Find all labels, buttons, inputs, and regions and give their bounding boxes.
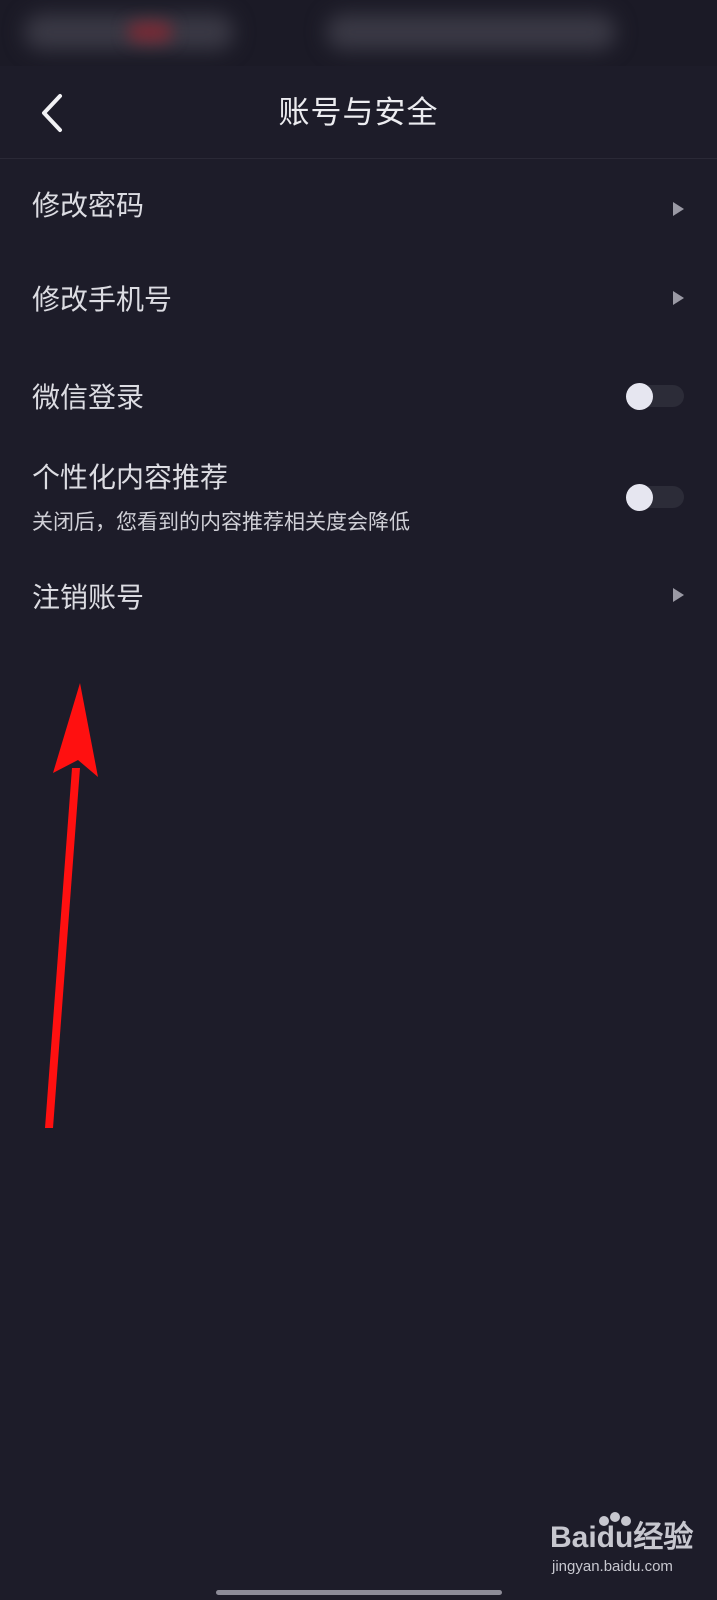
triangle-right-icon xyxy=(673,202,684,216)
change-phone-label: 修改手机号 xyxy=(32,283,173,316)
wechat-login-label: 微信登录 xyxy=(32,381,145,414)
wechat-login-row: 微信登录 xyxy=(0,364,717,434)
page-header: 账号与安全 xyxy=(0,66,717,159)
triangle-right-icon xyxy=(673,588,684,602)
page-title: 账号与安全 xyxy=(278,95,439,131)
status-bar-blurred-indicator xyxy=(128,22,172,42)
watermark-url: jingyan.baidu.com xyxy=(552,1558,673,1575)
delete-account-label: 注销账号 xyxy=(32,581,145,614)
personalized-recommendation-toggle[interactable] xyxy=(626,484,684,511)
change-password-row[interactable]: 修改密码 xyxy=(0,172,717,242)
toggle-knob xyxy=(626,383,653,410)
personalized-recommendation-row: 个性化内容推荐 关闭后，您看到的内容推荐相关度会降低 xyxy=(0,454,717,550)
personalized-recommendation-description: 关闭后，您看到的内容推荐相关度会降低 xyxy=(32,510,410,534)
triangle-right-icon xyxy=(673,291,684,305)
change-phone-row[interactable]: 修改手机号 xyxy=(0,264,717,336)
watermark-logo-text: Baidu经验 xyxy=(550,1521,694,1554)
change-password-label: 修改密码 xyxy=(32,189,145,222)
personalized-recommendation-label: 个性化内容推荐 xyxy=(32,461,229,494)
baidu-jingyan-watermark: Baidu经验 jingyan.baidu.com xyxy=(548,1512,708,1580)
status-bar xyxy=(0,0,717,66)
delete-account-row[interactable]: 注销账号 xyxy=(0,564,717,634)
status-bar-blurred-right xyxy=(326,14,616,50)
wechat-login-toggle[interactable] xyxy=(626,383,684,410)
home-indicator xyxy=(216,1590,502,1595)
toggle-knob xyxy=(626,484,653,511)
